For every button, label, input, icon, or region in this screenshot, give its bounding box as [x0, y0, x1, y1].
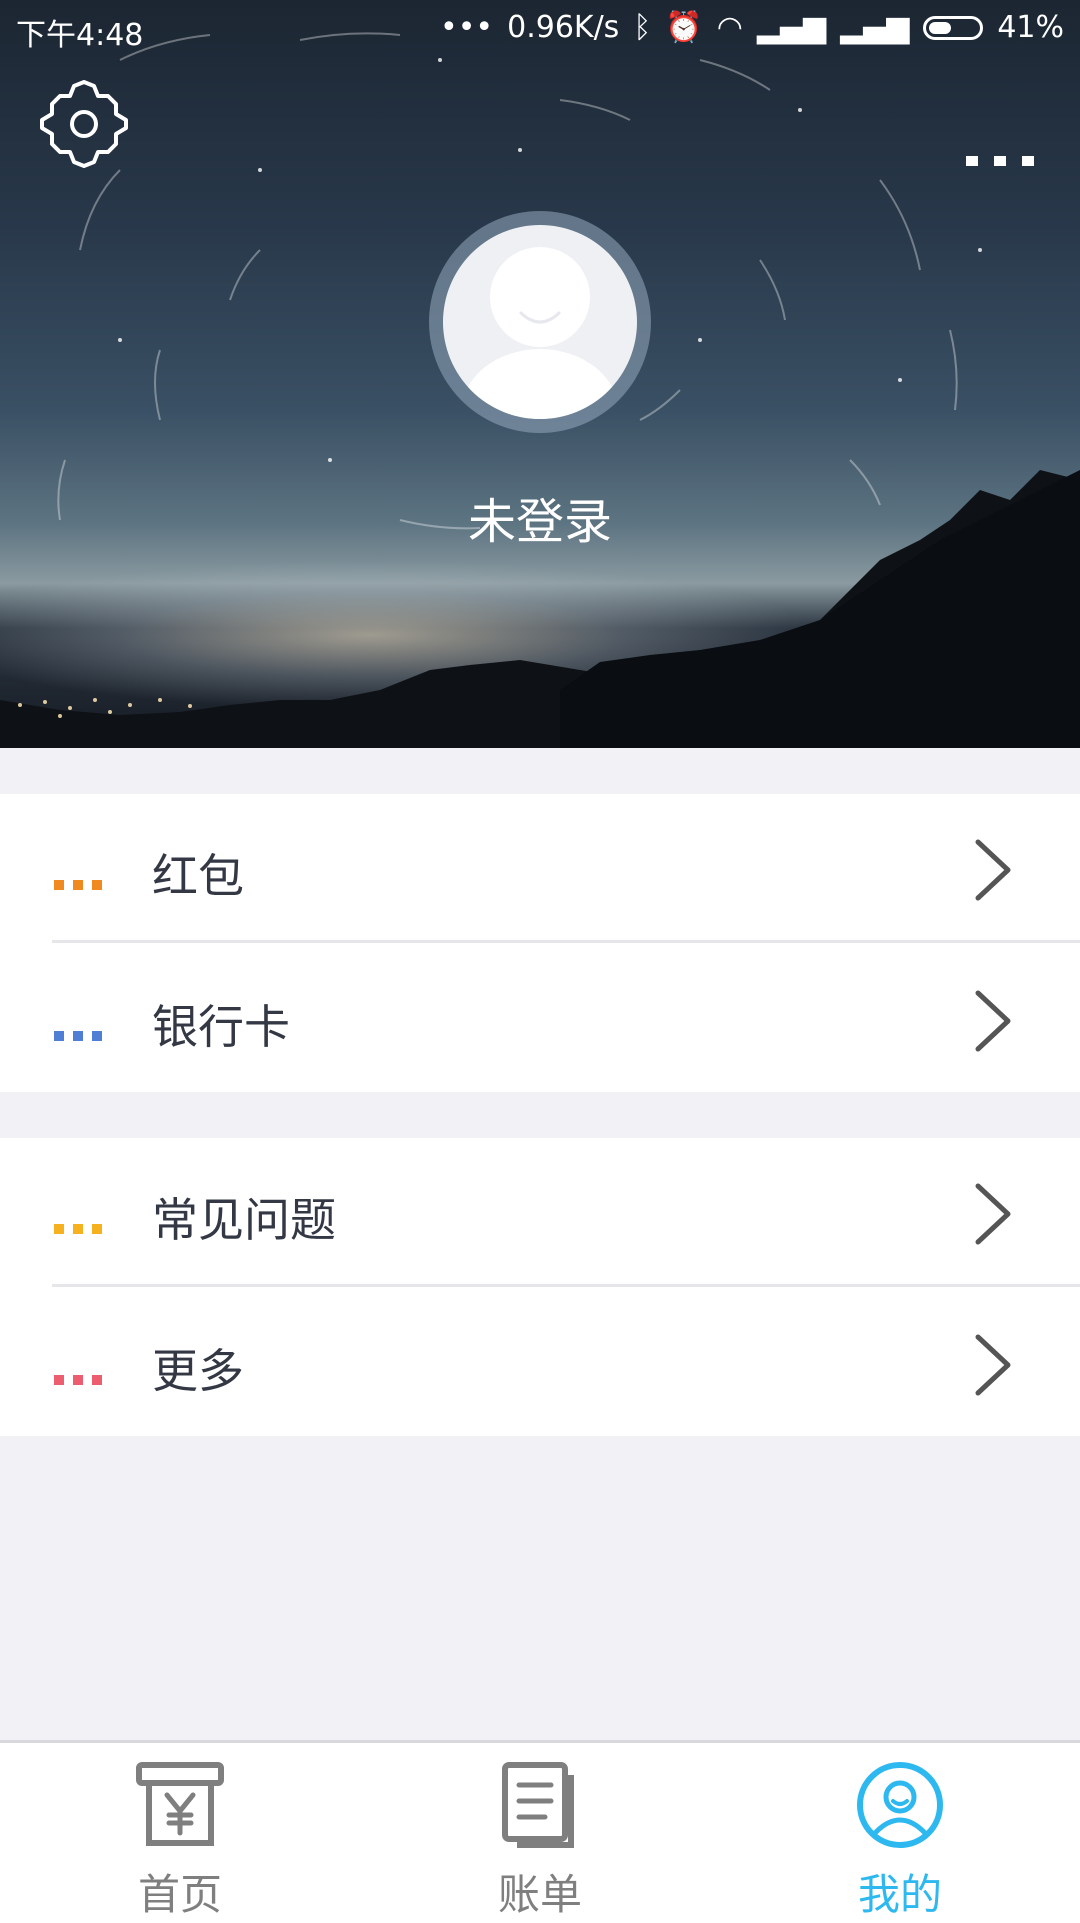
tab-label: 首页: [137, 1870, 222, 1919]
more-dot: [994, 156, 1006, 166]
status-icons: ••• 0.96K/s ᛒ ⏰ ◠ ▂▄▆ ▂▄▆ 41%: [440, 10, 1064, 45]
chevron-right-icon: [975, 1334, 1011, 1396]
profile-header: 下午4:48 ••• 0.96K/s ᛒ ⏰ ◠ ▂▄▆ ▂▄▆ 41% 未登录: [0, 0, 1080, 748]
more-notifications-icon: •••: [440, 10, 494, 45]
bank-card-icon: [54, 1031, 102, 1041]
faq-icon: [54, 1224, 102, 1234]
menu-item-faq[interactable]: 常见问题: [0, 1138, 1080, 1286]
menu-item-label: 常见问题: [152, 1193, 336, 1247]
tab-mine[interactable]: 我的: [720, 1743, 1080, 1923]
more-dot: [1022, 156, 1034, 166]
settings-button[interactable]: [36, 76, 132, 172]
menu-item-label: 红包: [152, 849, 244, 903]
atm-yen-icon: [136, 1762, 224, 1846]
menu-group-help: 常见问题 更多: [0, 1138, 1080, 1436]
login-status[interactable]: 未登录: [0, 482, 1080, 552]
avatar: [443, 225, 637, 419]
divider: [52, 940, 1080, 943]
divider: [52, 1284, 1080, 1287]
bill-list-icon: [502, 1762, 574, 1848]
wifi-icon: ◠: [716, 10, 743, 45]
chevron-right-icon: [975, 990, 1011, 1052]
alarm-icon: ⏰: [665, 10, 703, 45]
default-user-icon: [462, 247, 618, 419]
network-speed: 0.96K/s: [507, 10, 620, 45]
more-items-icon: [54, 1375, 102, 1385]
status-bar: 下午4:48 ••• 0.96K/s ᛒ ⏰ ◠ ▂▄▆ ▂▄▆ 41%: [0, 0, 1080, 56]
tab-bills[interactable]: 账单: [360, 1743, 720, 1923]
battery-percent: 41%: [997, 10, 1064, 45]
menu-item-red-packet[interactable]: 红包: [0, 794, 1080, 942]
signal-icon: ▂▄▆: [756, 10, 827, 45]
tab-home[interactable]: 首页: [0, 1743, 360, 1923]
chevron-right-icon: [975, 839, 1011, 901]
chevron-right-icon: [975, 1183, 1011, 1245]
red-packet-icon: [54, 880, 102, 890]
menu-item-bank-card[interactable]: 银行卡: [0, 945, 1080, 1093]
menu-item-label: 更多: [152, 1344, 244, 1398]
status-time: 下午4:48: [16, 18, 144, 53]
tab-label: 我的: [857, 1870, 942, 1919]
more-dot: [966, 156, 978, 166]
bluetooth-icon: ᛒ: [633, 10, 652, 45]
signal-icon-2: ▂▄▆: [840, 10, 910, 45]
more-button[interactable]: [966, 140, 1036, 180]
menu-item-more[interactable]: 更多: [0, 1289, 1080, 1437]
user-profile-icon: [857, 1762, 943, 1848]
bottom-tab-bar: 首页 账单 我的: [0, 1740, 1080, 1923]
menu-item-label: 银行卡: [152, 1000, 290, 1054]
tab-label: 账单: [497, 1870, 582, 1919]
avatar-button[interactable]: [429, 211, 651, 433]
gear-icon: [40, 80, 128, 168]
menu-group-wallet: 红包 银行卡: [0, 794, 1080, 1092]
battery-icon: [923, 15, 984, 40]
